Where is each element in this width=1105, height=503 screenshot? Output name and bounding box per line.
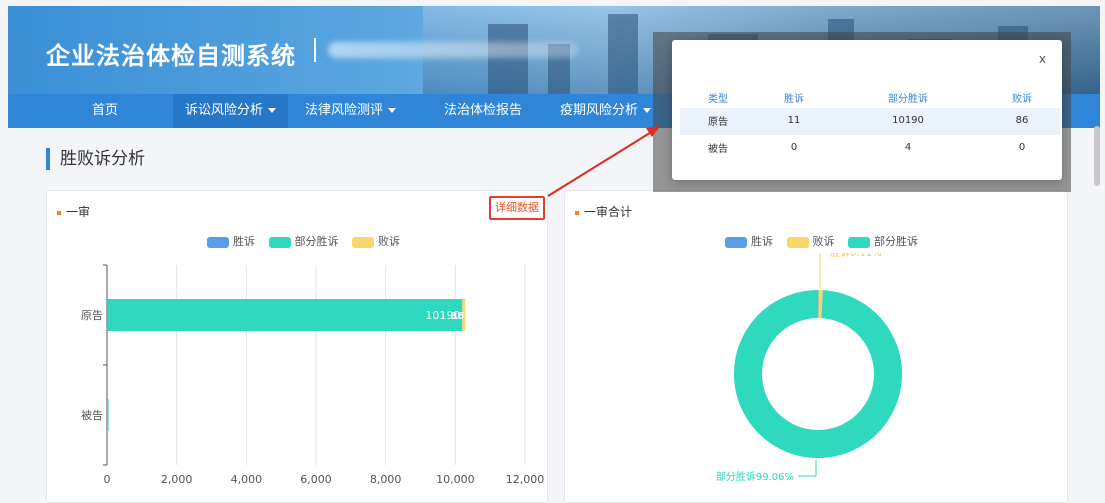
- nav-label: 首页: [91, 103, 118, 118]
- legend-swatch: [207, 236, 229, 248]
- bar-chart: 0 2,000 4,000 6,000 8,000 10,000 12,000原告 10190…: [81, 264, 545, 486]
- table-row[interactable]: 被告 0 4 0: [680, 133, 1060, 160]
- legend-label: 败诉: [378, 235, 400, 248]
- table-cell: 11: [756, 108, 832, 134]
- legend-label: 部分胜诉: [874, 235, 918, 248]
- legend-item-lose[interactable]: 败诉: [342, 235, 400, 248]
- legend-label: 胜诉: [233, 235, 255, 248]
- bullet-icon: [57, 210, 61, 215]
- table-cell: 0: [756, 133, 832, 160]
- nav-epidemic-risk[interactable]: 疫期风险分析: [548, 94, 663, 128]
- slice-label-partial: 部分胜诉99.06%: [716, 470, 794, 483]
- y-category-label: 原告: [81, 309, 103, 322]
- column-header: 部分胜诉: [888, 93, 928, 105]
- y-category-label: 被告: [81, 409, 103, 422]
- building: [608, 14, 638, 94]
- detail-data-modal: x 类型 胜诉 部分胜诉 败诉 原告 11 10190 86 被告 0 4 0: [672, 40, 1062, 180]
- caret-down-icon: [268, 108, 276, 113]
- legend-item-partial[interactable]: 部分胜诉: [838, 235, 918, 248]
- caret-down-icon: [643, 108, 651, 113]
- column-header: 类型: [708, 93, 728, 105]
- legend-item-win[interactable]: 胜诉: [715, 235, 773, 248]
- legend-label: 胜诉: [751, 235, 773, 248]
- bullet-icon: [575, 210, 579, 215]
- table-cell: 4: [832, 133, 984, 160]
- arrow-line: [547, 130, 654, 197]
- x-tick-label: 12,000: [506, 473, 545, 486]
- table-cell: 0: [984, 133, 1060, 160]
- bar-data-label: 86: [450, 311, 464, 322]
- x-tick-label: 6,000: [300, 473, 332, 486]
- nav-label: 法治体检报告: [443, 103, 522, 118]
- table-header-row: 类型 胜诉 部分胜诉 败诉: [680, 86, 1060, 108]
- building: [488, 24, 528, 94]
- x-tick-label: 2,000: [161, 473, 193, 486]
- legend-label: 部分胜诉: [294, 235, 339, 248]
- close-button[interactable]: x: [1039, 52, 1046, 66]
- column-header: 胜诉: [784, 93, 804, 105]
- nav-legal-risk-eval[interactable]: 法律风险测评: [293, 94, 408, 128]
- scrollbar[interactable]: [1094, 126, 1100, 186]
- bar-segment: [107, 299, 463, 331]
- bar-legend: 胜诉 部分胜诉 败诉: [197, 233, 400, 249]
- card-title-text: 一审合计: [584, 205, 633, 219]
- first-instance-total-card: 一审合计 胜诉 败诉 部分胜诉 胜诉0.11% 部分胜诉99.06%: [564, 190, 1068, 503]
- caret-down-icon: [388, 108, 396, 113]
- table-row[interactable]: 原告 11 10190 86: [680, 108, 1060, 134]
- legend-swatch: [848, 236, 870, 248]
- slice-label-win: 胜诉0.11%: [830, 253, 882, 259]
- column-header: 败诉: [1012, 93, 1032, 105]
- legend-swatch: [268, 236, 291, 248]
- x-tick-label: 10,000: [436, 473, 475, 486]
- nav-home[interactable]: 首页: [70, 94, 140, 128]
- nav-label: 法律风险测评: [304, 103, 383, 118]
- donut-chart: 胜诉0.11% 部分胜诉99.06%: [716, 253, 902, 483]
- table-cell: 10190: [832, 108, 984, 134]
- title-separator: [314, 38, 316, 62]
- x-tick-label: 8,000: [370, 473, 402, 486]
- table-cell: 86: [984, 108, 1060, 134]
- legend-label: 败诉: [812, 235, 835, 248]
- bar-segment: [107, 399, 109, 431]
- legend-swatch: [786, 236, 809, 248]
- nav-checkup-report[interactable]: 法治体检报告: [428, 94, 538, 128]
- x-tick-label: 0: [104, 473, 111, 486]
- card-title: 一审: [57, 203, 90, 220]
- pie-legend: 胜诉 败诉 部分胜诉: [715, 233, 918, 249]
- first-instance-card: 一审 详细数据 胜诉 部分胜诉 败诉 0 2,000 4,000 6,000 8,000…: [46, 190, 548, 503]
- legend-item-win[interactable]: 胜诉: [197, 235, 255, 248]
- table-cell: 原告: [680, 108, 756, 134]
- card-title: 一审合计: [575, 203, 632, 220]
- section-title: 胜败诉分析: [46, 148, 145, 170]
- nav-label: 诉讼风险分析: [184, 103, 263, 118]
- detail-data-button[interactable]: 详细数据: [489, 196, 545, 220]
- legend-swatch: [725, 236, 747, 248]
- page: 企业法治体检自测系统 首页 诉讼风险分析 法律风险测评 法治体检报告 疫期风险分…: [8, 6, 1100, 503]
- nav-litigation-risk[interactable]: 诉讼风险分析: [173, 94, 288, 128]
- x-tick-label: 4,000: [231, 473, 262, 486]
- nav-label: 疫期风险分析: [559, 103, 638, 118]
- legend-item-lose[interactable]: 败诉: [777, 235, 835, 248]
- donut-slice: [734, 290, 902, 458]
- table-cell: 被告: [680, 133, 756, 160]
- app-title: 企业法治体检自测系统: [46, 42, 296, 70]
- blurred-company-name: [328, 42, 578, 58]
- legend-item-partial[interactable]: 部分胜诉: [259, 235, 339, 248]
- detail-table: 类型 胜诉 部分胜诉 败诉 原告 11 10190 86 被告 0 4 0: [680, 86, 1060, 160]
- legend-swatch: [352, 236, 374, 248]
- card-title-text: 一审: [66, 205, 91, 219]
